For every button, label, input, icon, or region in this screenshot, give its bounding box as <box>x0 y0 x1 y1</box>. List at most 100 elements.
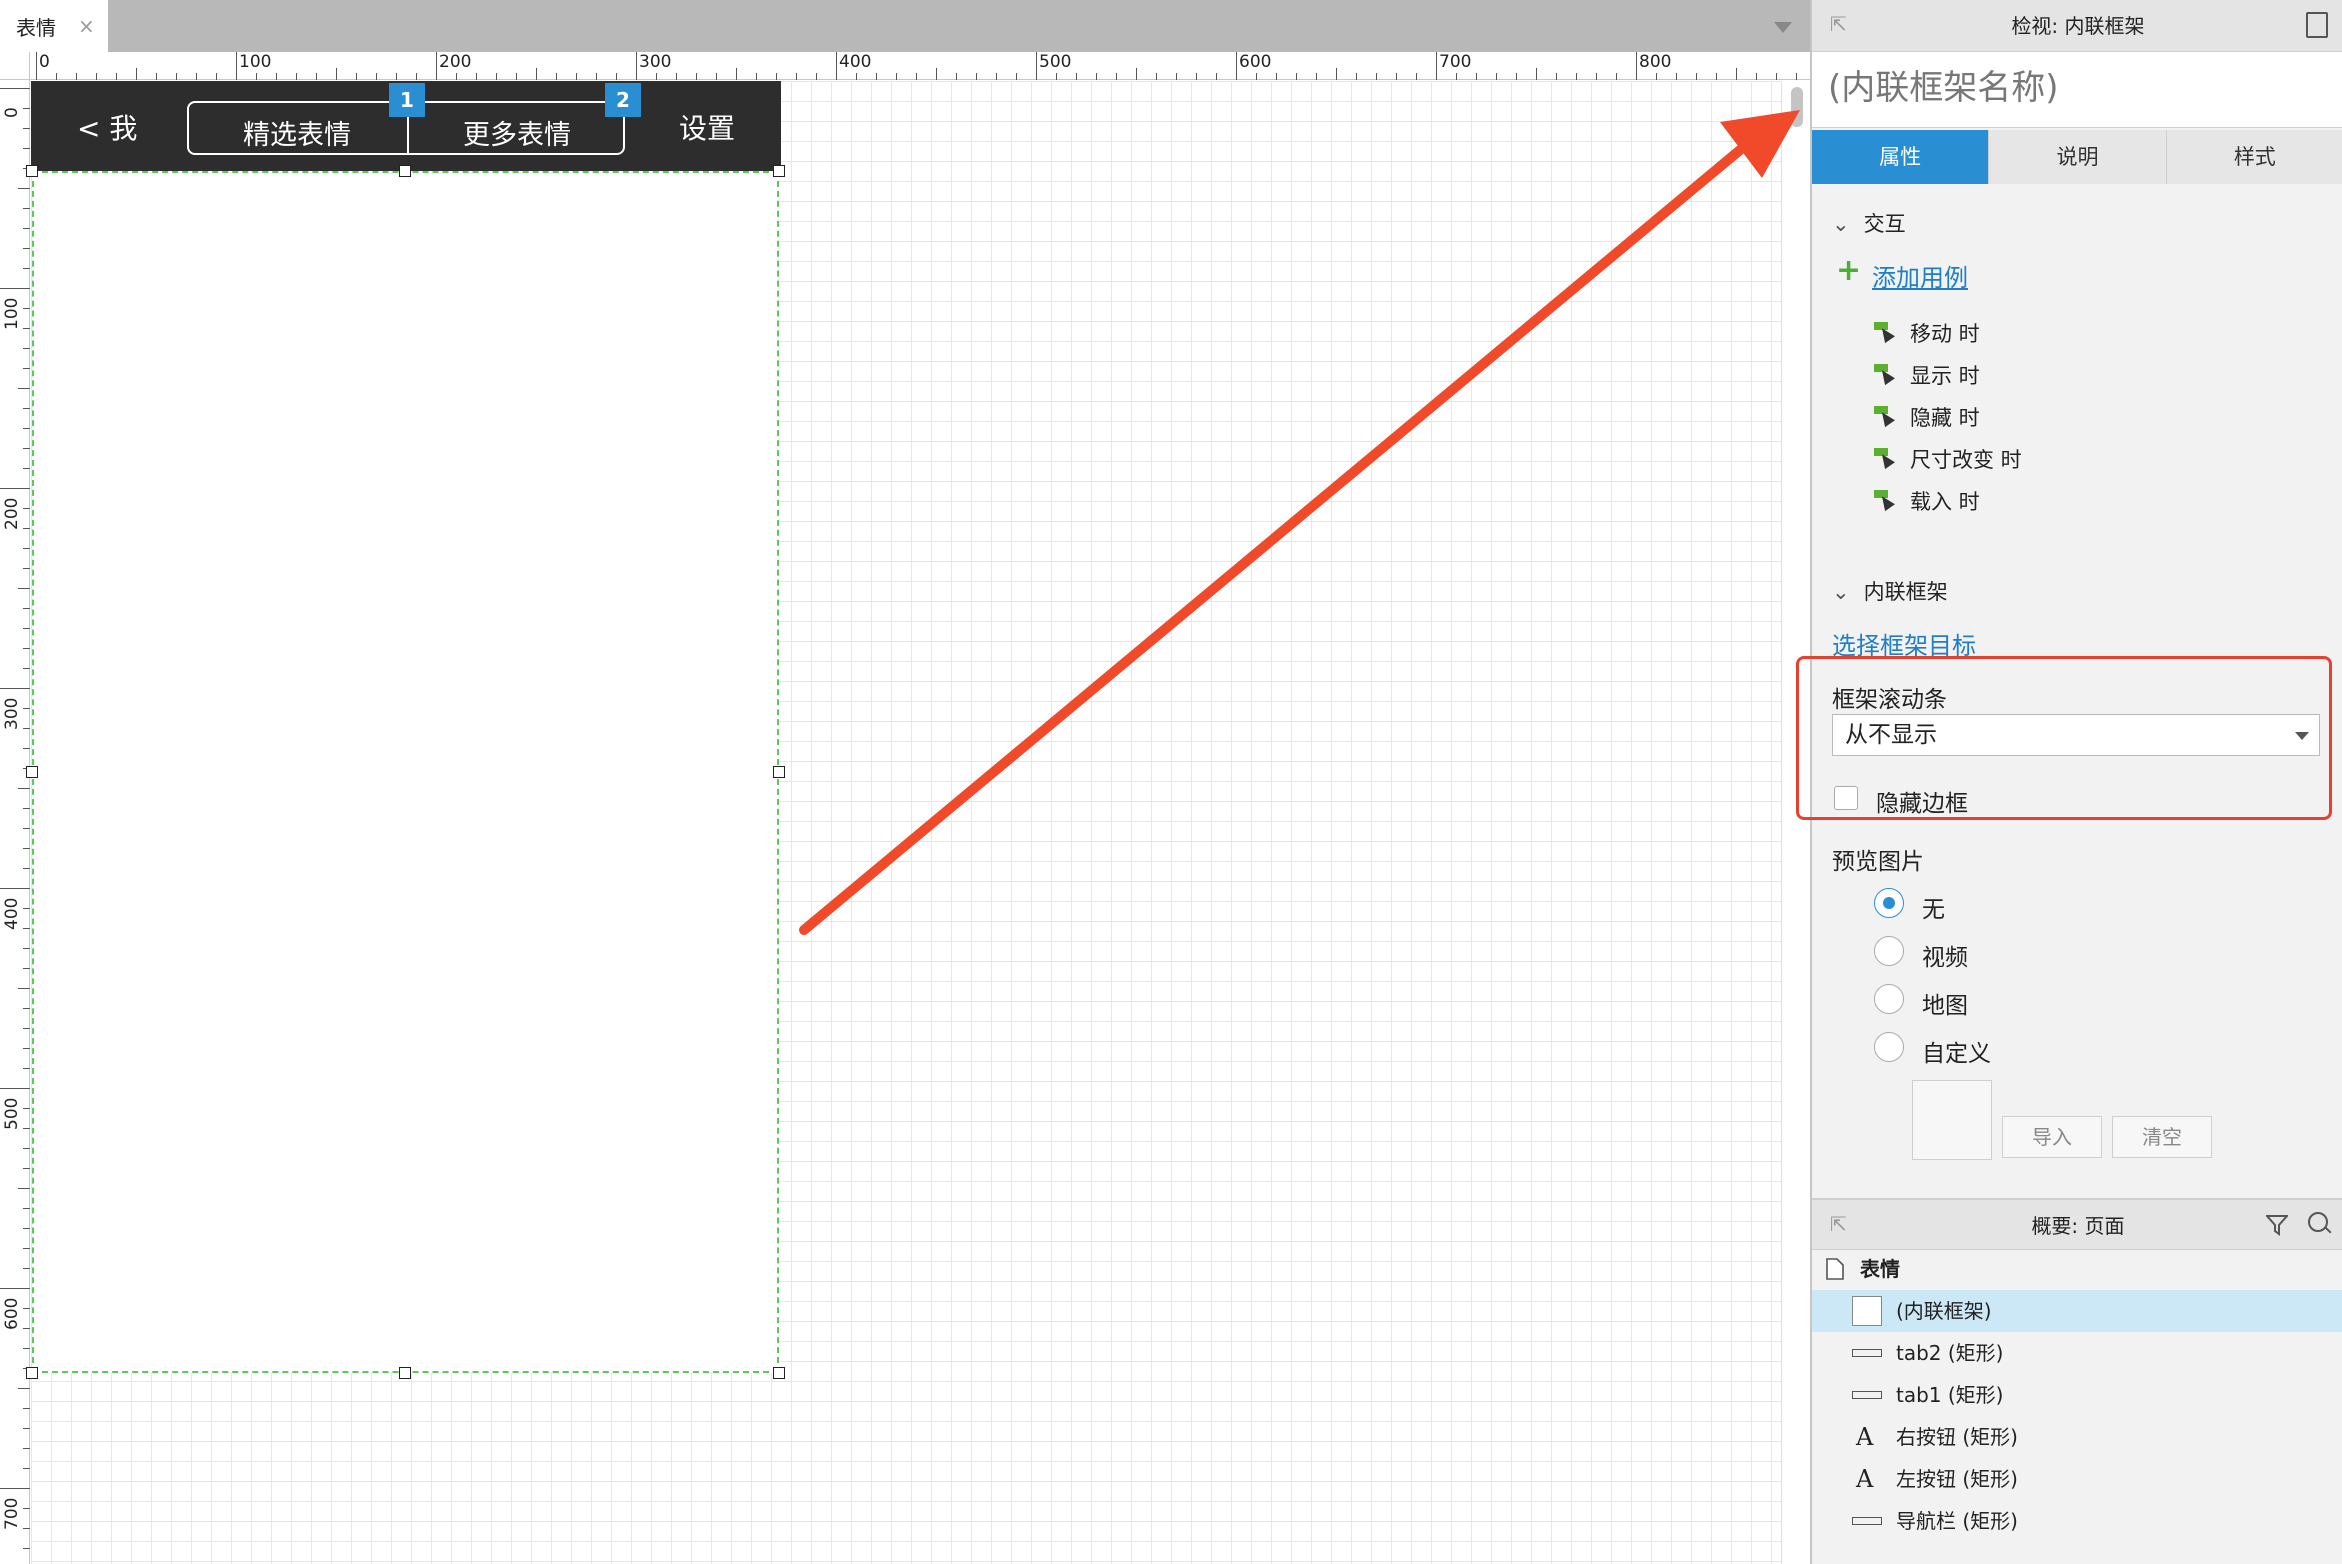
event-load[interactable]: 载入 时 <box>1874 486 1980 516</box>
ruler-tick <box>976 73 977 80</box>
filter-icon[interactable] <box>2266 1214 2288 1236</box>
tab1-label[interactable]: 精选表情 <box>243 113 351 152</box>
scrollbar-thumb[interactable] <box>1791 87 1803 127</box>
chevron-down-icon[interactable]: ⌄ <box>1832 580 1850 604</box>
add-case-link[interactable]: 添加用例 <box>1872 258 1968 293</box>
widget-name-input[interactable]: (内联框架名称) <box>1812 52 2342 128</box>
ruler-tick <box>23 948 30 949</box>
frame-icon <box>1852 1296 1882 1326</box>
ruler-v-label: 700 <box>2 1497 22 1530</box>
radio-video[interactable] <box>1874 936 1904 966</box>
ruler-tick <box>23 648 30 649</box>
chevron-down-icon[interactable]: ⌄ <box>1832 212 1850 236</box>
resize-handle[interactable] <box>773 766 785 778</box>
collapse-arrow-icon[interactable]: ⇱ <box>1830 1214 1847 1234</box>
ruler-tick <box>0 1088 30 1089</box>
outline-item-tab1[interactable]: tab1 (矩形) <box>1812 1374 2342 1416</box>
search-icon[interactable] <box>2308 1212 2328 1232</box>
ruler-v-label: 600 <box>2 1297 22 1330</box>
prototype-navbar[interactable]: < 我 精选表情 更多表情 设置 1 2 <box>31 81 781 171</box>
ruler-v-label: 100 <box>2 297 22 330</box>
radio-video-label: 视频 <box>1922 945 1968 971</box>
outline-item-inline-frame[interactable]: (内联框架) <box>1812 1290 2342 1332</box>
ruler-tick <box>876 73 877 80</box>
canvas-area[interactable]: 表情 × 0 100 200 300 400 500 600 700 800 0 100 200 30… <box>0 0 1810 1564</box>
ruler-tick <box>276 73 277 80</box>
event-move[interactable]: 移动 时 <box>1874 318 1980 348</box>
section-inline-frame[interactable]: ⌄ 内联框架 <box>1832 576 1948 606</box>
ruler-tick <box>0 1488 30 1489</box>
ruler-tick <box>23 748 30 749</box>
tab-properties[interactable]: 属性 <box>1812 130 1990 184</box>
ruler-tick <box>176 73 177 80</box>
ruler-tick <box>23 1508 30 1509</box>
ruler-tick <box>18 788 30 789</box>
event-show[interactable]: 显示 时 <box>1874 360 1980 390</box>
tab-notes[interactable]: 说明 <box>1989 130 2167 184</box>
ruler-tick <box>236 52 237 80</box>
ruler-tick <box>23 908 30 909</box>
collapse-arrow-icon[interactable]: ⇱ <box>1830 14 1847 34</box>
ruler-tick <box>1616 73 1617 80</box>
resize-handle[interactable] <box>26 165 38 177</box>
ruler-tick <box>1496 73 1497 80</box>
clear-button[interactable]: 清空 <box>2112 1116 2212 1158</box>
ruler-tick <box>23 1228 30 1229</box>
ruler-tick <box>136 68 137 80</box>
page-icon[interactable] <box>2306 12 2328 38</box>
event-resize[interactable]: 尺寸改变 时 <box>1874 444 2022 474</box>
outline-item-navbar[interactable]: 导航栏 (矩形) <box>1812 1500 2342 1542</box>
ruler-tick <box>23 808 30 809</box>
outline-page[interactable]: 表情 <box>1812 1248 2342 1290</box>
document-tab[interactable]: 表情 × <box>0 0 108 52</box>
ruler-tick <box>1656 73 1657 80</box>
resize-handle[interactable] <box>26 1367 38 1379</box>
left-button[interactable]: < 我 <box>77 107 137 147</box>
ruler-tick <box>936 68 937 80</box>
outline-item-label: tab1 (矩形) <box>1896 1383 2004 1407</box>
import-button[interactable]: 导入 <box>2002 1116 2102 1158</box>
rectangle-icon <box>1852 1391 1882 1399</box>
ruler-tick <box>256 73 257 80</box>
ruler-tick <box>376 73 377 80</box>
outline-item-right-button[interactable]: A 右按钮 (矩形) <box>1812 1416 2342 1458</box>
ruler-tick <box>23 628 30 629</box>
resize-handle[interactable] <box>399 165 411 177</box>
inline-frame-widget[interactable] <box>32 171 779 1373</box>
ruler-tick <box>656 73 657 80</box>
radio-custom[interactable] <box>1874 1032 1904 1062</box>
resize-handle[interactable] <box>773 165 785 177</box>
resize-handle[interactable] <box>26 766 38 778</box>
radio-none[interactable] <box>1874 888 1904 918</box>
resize-handle[interactable] <box>773 1367 785 1379</box>
outline-item-left-button[interactable]: A 左按钮 (矩形) <box>1812 1458 2342 1500</box>
event-icon <box>1874 364 1896 386</box>
ruler-tick <box>1336 68 1337 80</box>
ruler-tick <box>1636 52 1637 80</box>
tab-style[interactable]: 样式 <box>2166 130 2342 184</box>
ruler-tick <box>23 1448 30 1449</box>
right-button[interactable]: 设置 <box>679 107 735 147</box>
outline-title: 概要: 页面 <box>2031 1214 2125 1238</box>
ruler-tick <box>23 1068 30 1069</box>
hide-border-checkbox[interactable] <box>1834 786 1858 810</box>
resize-handle[interactable] <box>399 1367 411 1379</box>
add-icon[interactable]: + <box>1836 256 1861 286</box>
tab2-label[interactable]: 更多表情 <box>463 113 571 152</box>
chevron-down-icon[interactable] <box>1774 22 1792 33</box>
frame-scrollbar-value: 从不显示 <box>1845 722 1937 748</box>
canvas-scrollbar[interactable] <box>1781 81 1810 1564</box>
preview-thumbnail <box>1912 1080 1992 1160</box>
section-interaction[interactable]: ⌄ 交互 <box>1832 208 1906 238</box>
ruler-tick <box>23 508 30 509</box>
ruler-v-label: 300 <box>2 697 22 730</box>
close-icon[interactable]: × <box>78 14 95 38</box>
ruler-tick <box>23 928 30 929</box>
radio-map[interactable] <box>1874 984 1904 1014</box>
select-frame-target-link[interactable]: 选择框架目标 <box>1832 626 1976 661</box>
outline-item-tab2[interactable]: tab2 (矩形) <box>1812 1332 2342 1374</box>
event-hide[interactable]: 隐藏 时 <box>1874 402 1980 432</box>
ruler-corner <box>0 52 30 80</box>
ruler-tick <box>23 728 30 729</box>
frame-scrollbar-select[interactable]: 从不显示 <box>1832 714 2320 756</box>
